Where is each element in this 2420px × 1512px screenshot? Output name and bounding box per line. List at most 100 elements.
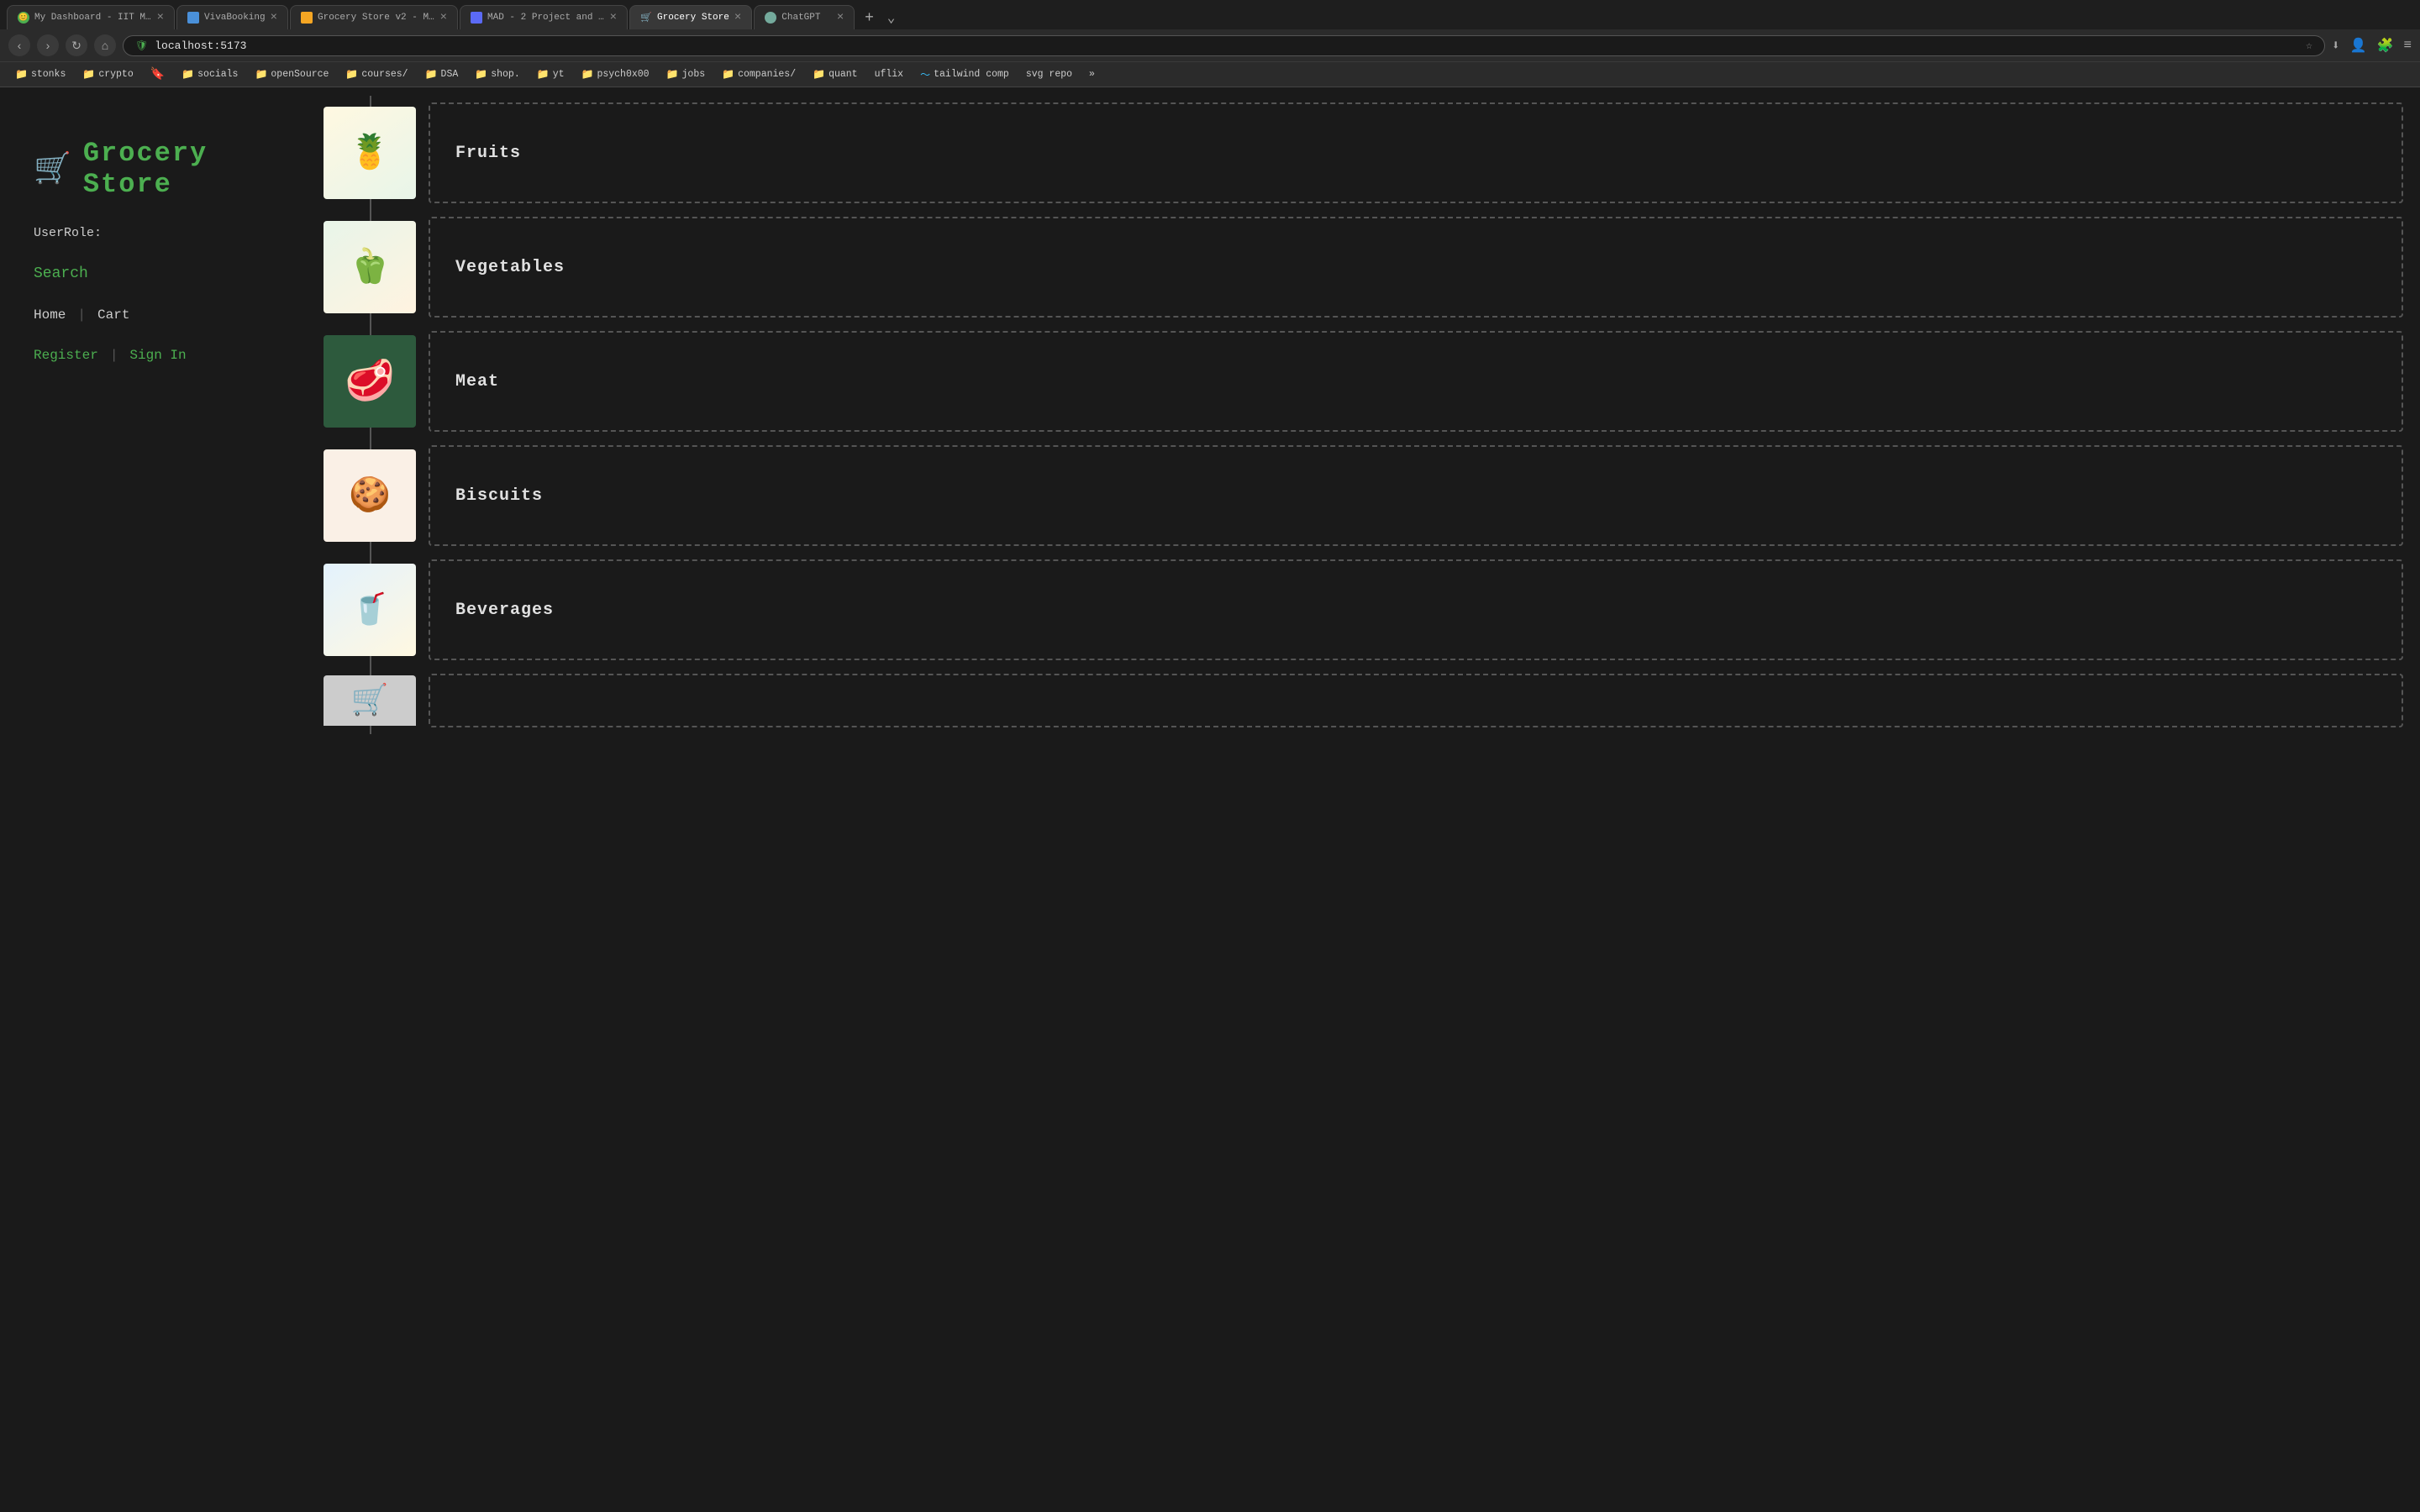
tab-dashboard[interactable]: 😊 My Dashboard - IIT Madras On... × [7,5,175,29]
category-row-vegetables[interactable]: 🫑 Vegetables [319,210,2420,324]
tab-vivabooking-title: VivaBooking [204,13,266,23]
bookmark-jobs[interactable]: 📁 jobs [660,66,713,82]
cart-icon: 🛒 [34,150,71,187]
tab-grocery[interactable]: 🛒 Grocery Store × [629,5,752,29]
auth-links: Register | Sign In [34,348,286,363]
user-role-label: UserRole: [34,225,286,240]
meat-image: 🥩 [324,335,416,428]
bookmark-stonks[interactable]: 📁 stonks [8,66,72,82]
bookmark-companies[interactable]: 📁 companies/ [715,66,802,82]
bookmark-quant[interactable]: 📁 quant [806,66,864,82]
tab-grocery-close[interactable]: × [734,11,741,24]
bookmark-socials[interactable]: 📁 socials [175,66,245,82]
bookmark-jobs-label: jobs [682,69,706,80]
folder-icon: 📁 [581,68,594,81]
bookmark-dsa-label: DSA [441,69,459,80]
forward-button[interactable]: › [37,34,59,56]
tab-chatgpt[interactable]: ChatGPT × [754,5,855,29]
tab-dashboard-close[interactable]: × [157,11,164,24]
bookmark-psych[interactable]: 📁 psych0x00 [575,66,656,82]
meat-card[interactable]: Meat [429,331,2403,432]
tab-vivabooking[interactable]: VivaBooking × [176,5,288,29]
bookmark-uflix[interactable]: uflix [868,67,911,81]
folder-icon: 📁 [475,68,487,81]
tab-groceryv2-close[interactable]: × [440,11,447,24]
nav-links: Home | Cart [34,307,286,323]
brand-name: Grocery Store [83,138,286,200]
tab-mad-title: MAD - 2 Project and Viva (T320... [487,13,605,23]
tab-bar: 😊 My Dashboard - IIT Madras On... × Viva… [0,0,2420,29]
meat-label: Meat [455,372,499,391]
tab-list-button[interactable]: ⌄ [887,9,896,26]
tab-groceryv2[interactable]: Grocery Store v2 - Modern App... × [290,5,458,29]
bookmark-svgrepo-label: svg repo [1026,69,1072,80]
bookmark-psych-label: psych0x00 [597,69,649,80]
app-layout: 🛒 Grocery Store UserRole: Search Home | … [0,87,2420,1507]
meat-image-wrapper: 🥩 [319,324,420,438]
biscuits-card[interactable]: Biscuits [429,445,2403,546]
beverages-image: 🥤 [324,564,416,656]
signin-link[interactable]: Sign In [129,348,186,363]
main-content: 🍍 Fruits 🫑 Vegetables 🥩 [319,87,2420,1507]
fruits-image-wrapper: 🍍 [319,96,420,210]
browser-chrome: 😊 My Dashboard - IIT Madras On... × Viva… [0,0,2420,87]
extensions-icon[interactable]: 🧩 [2376,37,2393,54]
category-row-more[interactable]: 🛒 [319,667,2420,734]
search-link[interactable]: Search [34,265,286,282]
category-row-meat[interactable]: 🥩 Meat [319,324,2420,438]
bookmarks-more[interactable]: » [1082,67,1102,81]
home-button[interactable]: ⌂ [94,34,116,56]
more-image-wrapper: 🛒 [319,667,420,734]
sidebar: 🛒 Grocery Store UserRole: Search Home | … [0,87,319,1507]
refresh-button[interactable]: ↻ [66,34,87,56]
vegetables-card[interactable]: Vegetables [429,217,2403,318]
folder-icon: 📁 [345,68,358,81]
vegetables-image: 🫑 [324,221,416,313]
bookmark-opensource[interactable]: 📁 openSource [248,66,335,82]
bookmark-tailwind[interactable]: 〜 tailwind comp [913,66,1016,83]
address-bar[interactable]: 🛡 localhost:5173 ☆ [123,35,2325,56]
profile-icon[interactable]: 👤 [2350,37,2367,54]
fruits-card[interactable]: Fruits [429,102,2403,203]
beverages-card[interactable]: Beverages [429,559,2403,660]
tab-dashboard-title: My Dashboard - IIT Madras On... [34,13,152,23]
cart-link[interactable]: Cart [97,307,129,323]
bookmark-icon-only[interactable]: 🔖 [144,66,171,83]
more-card[interactable] [429,674,2403,727]
category-row-beverages[interactable]: 🥤 Beverages [319,553,2420,667]
download-icon[interactable]: ⬇ [2332,37,2340,54]
menu-icon[interactable]: ≡ [2403,38,2412,53]
folder-icon: 📁 [15,68,28,81]
back-button[interactable]: ‹ [8,34,30,56]
bookmark-dsa[interactable]: 📁 DSA [418,66,466,82]
folder-icon: 📁 [537,68,550,81]
auth-divider: | [110,348,118,363]
tab-chatgpt-close[interactable]: × [837,11,844,24]
nav-divider: | [77,307,86,323]
beverages-image-wrapper: 🥤 [319,553,420,667]
folder-icon: 📁 [722,68,734,81]
address-text: localhost:5173 [155,39,2299,52]
category-row-biscuits[interactable]: 🍪 Biscuits [319,438,2420,553]
bookmark-svg-repo[interactable]: svg repo [1019,67,1079,81]
bookmark-courses[interactable]: 📁 courses/ [339,66,414,82]
address-bar-row: ‹ › ↻ ⌂ 🛡 localhost:5173 ☆ ⬇ 👤 🧩 ≡ [0,29,2420,61]
new-tab-button[interactable]: + [856,5,882,29]
tab-mad[interactable]: MAD - 2 Project and Viva (T320... × [460,5,628,29]
bookmark-crypto[interactable]: 📁 crypto [76,66,139,82]
tab-mad-close[interactable]: × [610,11,617,24]
folder-icon: 📁 [666,68,679,81]
tab-vivabooking-close[interactable]: × [271,11,277,24]
register-link[interactable]: Register [34,348,98,363]
category-row-fruits[interactable]: 🍍 Fruits [319,96,2420,210]
bookmark-socials-label: socials [197,69,238,80]
user-role-text: UserRole: [34,226,102,240]
home-link[interactable]: Home [34,307,66,323]
vegetables-label: Vegetables [455,258,565,277]
biscuits-image-wrapper: 🍪 [319,438,420,553]
bookmark-yt[interactable]: 📁 yt [530,66,571,82]
biscuits-label: Biscuits [455,486,543,506]
bookmark-shop[interactable]: 📁 shop. [468,66,526,82]
folder-icon: 📁 [813,68,825,81]
bookmark-star-icon[interactable]: ☆ [2306,39,2312,52]
